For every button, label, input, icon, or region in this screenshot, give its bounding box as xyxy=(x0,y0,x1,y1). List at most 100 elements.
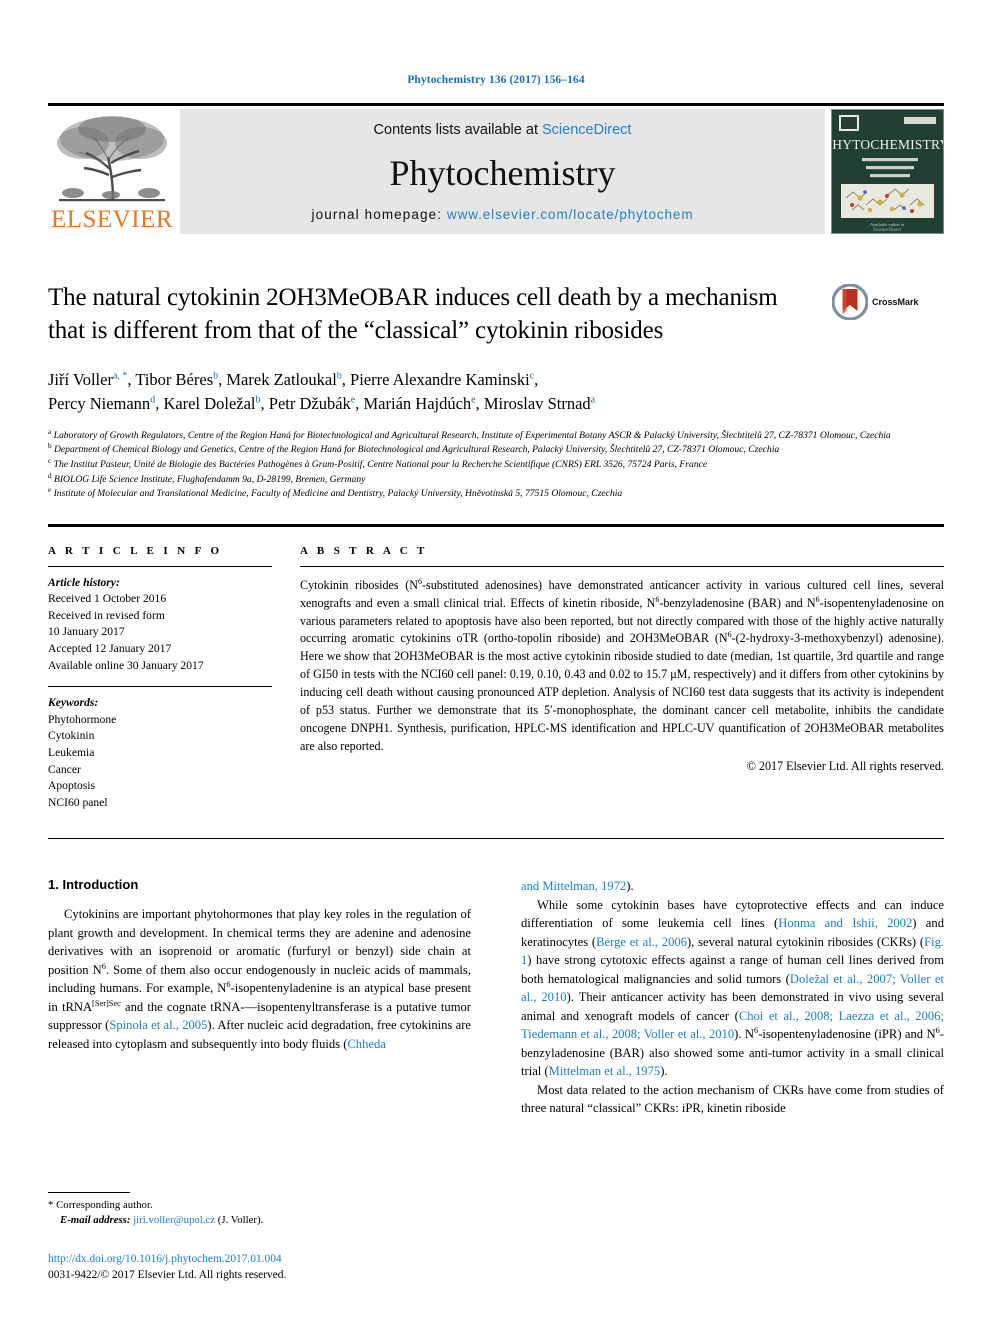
abstract-copyright: © 2017 Elsevier Ltd. All rights reserved… xyxy=(746,758,944,773)
article-history-block: Article history: Received 1 October 2016… xyxy=(48,575,272,674)
article-history-label: Article history: xyxy=(48,575,120,589)
elsevier-wordmark: ELSEVIER xyxy=(50,206,174,233)
intro-paragraph-2: While some cytokinin bases have cytoprot… xyxy=(521,896,944,1081)
elsevier-logo: ELSEVIER xyxy=(48,109,176,234)
intro-paragraph-1: Cytokinins are important phytohormones t… xyxy=(48,905,471,1053)
affiliation-list: a Laboratory of Growth Regulators, Centr… xyxy=(48,427,944,502)
affiliation-item: c The Institut Pasteur, Unité de Biologi… xyxy=(48,456,708,470)
para-seg: and the cognate tRNA- xyxy=(120,999,245,1014)
doi-link[interactable]: http://dx.doi.org/10.1016/j.phytochem.20… xyxy=(48,1251,468,1267)
crossmark-badge[interactable]: CrossMark xyxy=(832,282,944,320)
crossmark-icon xyxy=(832,284,868,320)
affiliation-text: Department of Chemical Biology and Genet… xyxy=(54,444,780,456)
affiliation-text: BIOLOG Life Science Institute, Flughafen… xyxy=(54,473,366,485)
para-seg: ). N xyxy=(734,1027,755,1042)
svg-text:PHYTOCHEMISTRY: PHYTOCHEMISTRY xyxy=(832,137,943,152)
history-item: Received 1 October 2016 xyxy=(48,592,167,606)
citation-link[interactable]: and Mittelman, 1972 xyxy=(521,879,626,893)
citation-link[interactable]: Berge et al., 2006 xyxy=(596,935,687,949)
body-top-rule xyxy=(48,838,944,840)
contents-available-line: Contents lists available at ScienceDirec… xyxy=(374,122,632,138)
email-link[interactable]: jiri.voller@upol.cz xyxy=(133,1214,215,1226)
corresponding-author-note: * Corresponding author. E-mail address: … xyxy=(48,1198,468,1229)
keywords-label: Keywords: xyxy=(48,696,99,710)
article-info-rule xyxy=(48,565,272,567)
journal-homepage-link[interactable]: www.elsevier.com/locate/phytochem xyxy=(447,207,694,222)
body-column-right: and Mittelman, 1972). While some cytokin… xyxy=(496,877,944,1118)
homepage-prefix: journal homepage: xyxy=(311,207,447,222)
para-seg: ). xyxy=(626,879,634,894)
page-title: The natural cytokinin 2OH3MeOBAR induces… xyxy=(48,284,778,344)
title-column: The natural cytokinin 2OH3MeOBAR induces… xyxy=(48,282,832,347)
section-heading-introduction: 1. Introduction xyxy=(48,877,139,893)
citation-link[interactable]: Mittelman et al., 1975 xyxy=(549,1064,661,1078)
doi-block: http://dx.doi.org/10.1016/j.phytochem.20… xyxy=(48,1251,468,1283)
keyword-item: NCI60 panel xyxy=(48,795,108,809)
citation-link[interactable]: Honma and Ishii, 2002 xyxy=(778,916,912,930)
journal-masthead: ELSEVIER Contents lists available at Sci… xyxy=(48,109,944,234)
citation-link[interactable]: Spinola et al., 2005 xyxy=(109,1018,207,1032)
history-item: 10 January 2017 xyxy=(48,625,125,639)
sciencedirect-link[interactable]: ScienceDirect xyxy=(542,122,631,138)
masthead-banner: Contents lists available at ScienceDirec… xyxy=(180,109,825,234)
cover-art: PHYTOCHEMISTRY xyxy=(832,110,943,233)
citation-link[interactable]: Chheda xyxy=(347,1037,385,1051)
corresponding-author-line: * Corresponding author. xyxy=(48,1198,153,1211)
footnote-area: * Corresponding author. E-mail address: … xyxy=(48,1191,468,1283)
keyword-item: Cancer xyxy=(48,762,81,776)
footnote-rule xyxy=(48,1191,130,1193)
para-seg: -isopentenyladenosine (iPR) and N xyxy=(758,1027,936,1042)
history-item: Accepted 12 January 2017 xyxy=(48,642,172,656)
svg-text:Available online at: Available online at xyxy=(870,222,905,227)
email-label: E-mail address: xyxy=(60,1214,131,1227)
info-top-rule xyxy=(48,523,944,527)
affiliation-text: Laboratory of Growth Regulators, Centre … xyxy=(53,429,891,441)
intro-paragraph-1-cont: and Mittelman, 1972). xyxy=(521,877,944,896)
keyword-item: Apoptosis xyxy=(48,779,96,793)
affiliation-text: Institute of Molecular and Translational… xyxy=(53,488,623,500)
email-line: E-mail address: jiri.voller@upol.cz (J. … xyxy=(48,1213,468,1228)
article-info-column: A R T I C L E I N F O Article history: R… xyxy=(48,545,300,812)
crossmark-label: CrossMark xyxy=(872,297,919,307)
keyword-item: Phytohormone xyxy=(48,712,117,726)
affiliation-text: The Institut Pasteur, Unité de Biologie … xyxy=(53,459,708,470)
abstract-seg: Cytokinin ribosides (N xyxy=(300,577,418,592)
journal-cover-thumbnail: PHYTOCHEMISTRY xyxy=(831,109,944,234)
article-page: Phytochemistry 136 (2017) 156–164 ELSEVI… xyxy=(0,0,992,1323)
body-columns: 1. Introduction Cytokinins are important… xyxy=(48,877,944,1118)
running-head: Phytochemistry 136 (2017) 156–164 xyxy=(407,74,585,86)
author-line-2: Percy Niemannd, Karel Doležalb, Petr Džu… xyxy=(48,393,596,413)
abstract-seg: -benzyladenosine (BAR) and N xyxy=(659,595,816,610)
contents-prefix: Contents lists available at xyxy=(373,122,542,138)
affiliation-item: d BIOLOG Life Science Institute, Flughaf… xyxy=(48,471,366,485)
affiliation-item: a Laboratory of Growth Regulators, Centr… xyxy=(48,427,891,441)
author-line-1: Jiří Vollera, *, Tibor Béresb, Marek Zat… xyxy=(48,370,539,389)
abstract-seg: -(2-hydroxy-3-methoxybenzyl) adenosine).… xyxy=(300,631,944,753)
abstract-rule xyxy=(300,565,944,567)
para-seg: ). xyxy=(660,1064,668,1079)
keyword-item: Leukemia xyxy=(48,745,95,759)
keyword-item: Cytokinin xyxy=(48,729,95,743)
keywords-block: Keywords: Phytohormone Cytokinin Leukemi… xyxy=(48,695,272,811)
info-abstract-row: A R T I C L E I N F O Article history: R… xyxy=(48,545,944,812)
elsevier-tree-icon xyxy=(57,116,167,202)
article-info-heading: A R T I C L E I N F O xyxy=(48,544,223,557)
abstract-heading: A B S T R A C T xyxy=(300,544,428,557)
title-area: The natural cytokinin 2OH3MeOBAR induces… xyxy=(48,282,944,347)
body-column-left: 1. Introduction Cytokinins are important… xyxy=(48,877,496,1118)
journal-homepage-line: journal homepage: www.elsevier.com/locat… xyxy=(312,207,694,222)
journal-title: Phytochemistry xyxy=(389,152,616,193)
affiliation-item: b Department of Chemical Biology and Gen… xyxy=(48,442,780,456)
abstract-text: Cytokinin ribosides (N6-substituted aden… xyxy=(300,577,944,756)
para-sup: [Ser]Sec xyxy=(92,998,121,1008)
masthead-top-rule xyxy=(48,103,944,106)
issn-copyright-line: 0031-9422/© 2017 Elsevier Ltd. All right… xyxy=(48,1268,287,1281)
cover-sciencedirect-text: ScienceDirect xyxy=(873,228,902,233)
email-suffix: (J. Voller). xyxy=(217,1214,264,1227)
intro-paragraph-3: Most data related to the action mechanis… xyxy=(521,1082,944,1116)
history-item: Available online 30 January 2017 xyxy=(48,658,204,672)
abstract-column: A B S T R A C T Cytokinin ribosides (N6-… xyxy=(300,545,944,812)
para-seg: ), several natural cytokinin ribosides (… xyxy=(686,934,925,949)
affiliation-item: e Institute of Molecular and Translation… xyxy=(48,485,623,500)
history-item: Received in revised form xyxy=(48,608,165,622)
